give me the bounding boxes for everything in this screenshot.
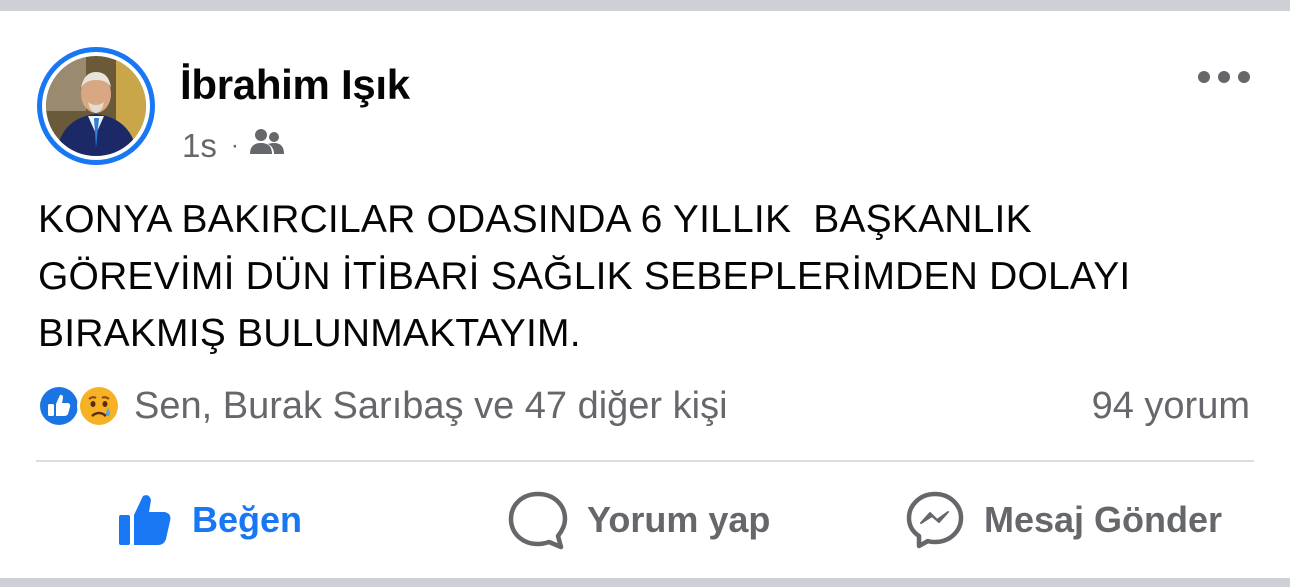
thumbs-up-icon [119,495,171,545]
reaction-names[interactable]: Sen, Burak Sarıbaş ve 47 diğer kişi [134,385,728,428]
comment-label: Yorum yap [587,499,771,540]
more-dot [1198,71,1210,83]
reaction-summary[interactable]: Sen, Burak Sarıbaş ve 47 diğer kişi [36,381,728,431]
send-message-label: Mesaj Gönder [984,499,1223,540]
comment-button[interactable]: Yorum yap [507,489,770,551]
feed-post: İbrahim Işık 1s · KONYA BAKIRCILAR ODASI… [0,11,1290,578]
post-author-name[interactable]: İbrahim Işık [180,61,410,109]
more-dot [1238,71,1250,83]
like-label: Beğen [192,499,303,540]
send-message-button[interactable]: Mesaj Gönder [904,489,1222,551]
post-text: KONYA BAKIRCILAR ODASINDA 6 YILLIK BAŞKA… [38,198,1131,355]
feed-separator-top [0,0,1290,11]
comment-icon [508,491,568,550]
comment-count[interactable]: 94 yorum [1092,381,1250,431]
avatar-ring [42,52,150,160]
more-dot [1218,71,1230,83]
avatar-photo [46,56,146,156]
avatar[interactable] [37,47,155,165]
feed-separator-bottom [0,578,1290,587]
friends-icon[interactable] [249,127,285,165]
post-meta: 1s · [182,126,285,166]
post-time[interactable]: 1s [182,127,217,165]
actions-divider [36,460,1254,462]
messenger-icon [906,491,964,549]
like-button[interactable]: Beğen [116,489,302,551]
sad-reaction-icon [77,384,121,428]
meta-separator: · [230,132,239,159]
more-options-icon[interactable] [1198,67,1250,87]
